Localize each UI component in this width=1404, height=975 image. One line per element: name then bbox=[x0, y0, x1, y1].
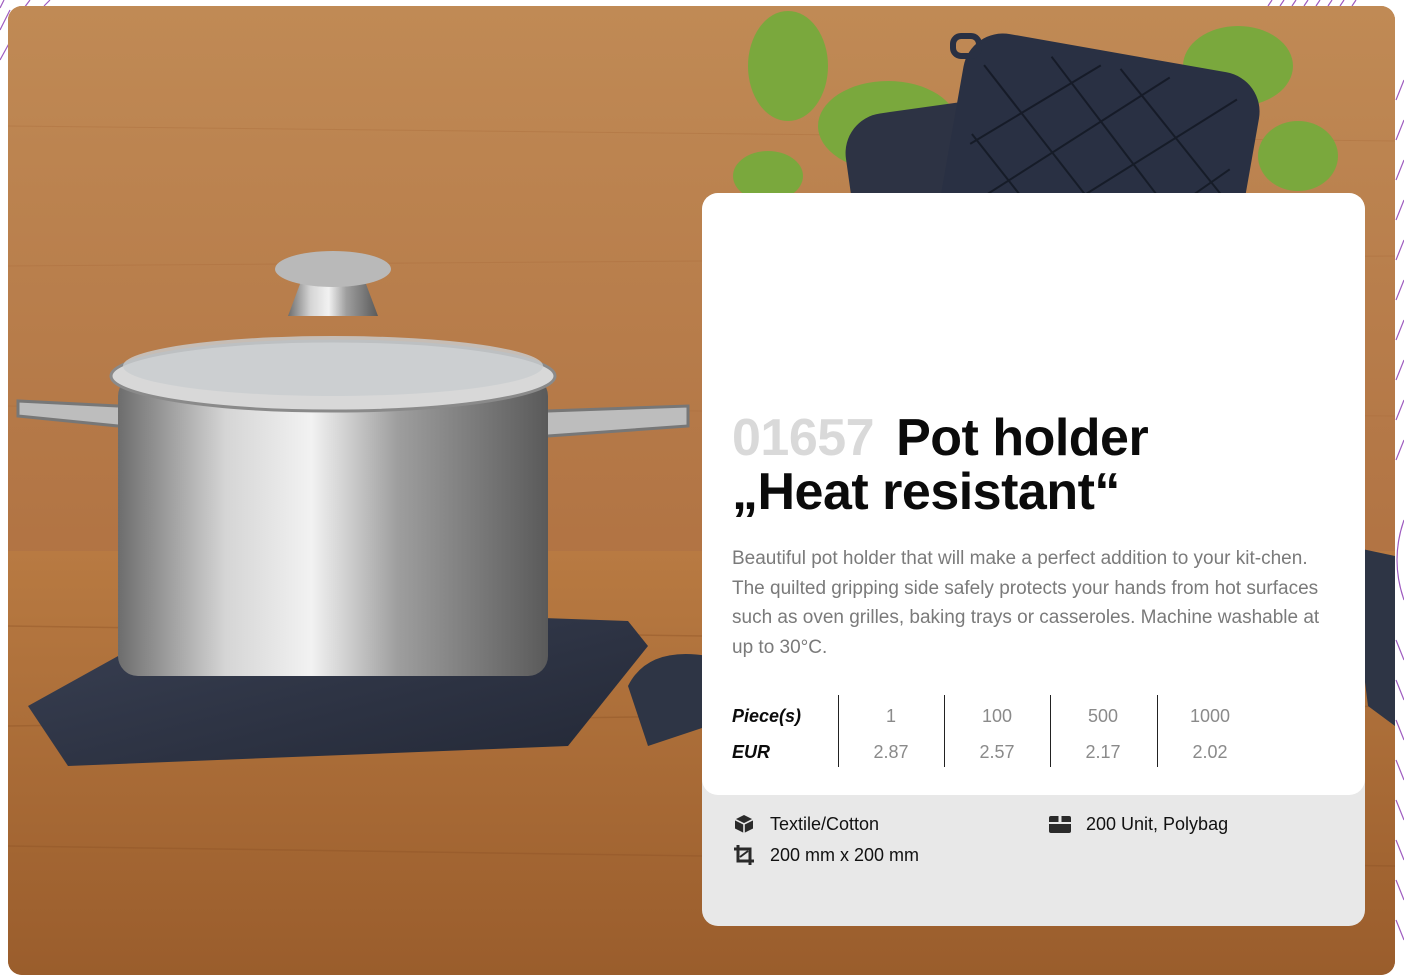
currency-label: EUR bbox=[732, 742, 771, 762]
crop-icon bbox=[732, 845, 756, 865]
quantity-cell: 1000 bbox=[1189, 706, 1231, 726]
quantity-row: Piece(s) 1 100 500 1000 bbox=[732, 701, 1272, 731]
spec-material: Textile/Cotton bbox=[732, 812, 879, 836]
dimensions-text: 200 mm x 200 mm bbox=[770, 845, 920, 865]
product-title: 01657 Pot holder „Heat resistant“ bbox=[732, 411, 1352, 519]
product-description: Beautiful pot holder that will make a pe… bbox=[732, 548, 1320, 658]
price-table: Piece(s) 1 100 500 1000 EUR 2.87 2.57 2.… bbox=[732, 695, 1252, 767]
product-title-line1: Pot holder bbox=[896, 409, 1149, 467]
price-cell: 2.02 bbox=[1192, 742, 1228, 762]
quantity-cell: 500 bbox=[1087, 706, 1119, 726]
product-card: 01657 Pot holder „Heat resistant“ Beautif… bbox=[702, 193, 1365, 926]
product-title-line2: „Heat resistant“ bbox=[732, 463, 1120, 521]
price-cell: 2.87 bbox=[873, 742, 909, 762]
quantity-cell: 1 bbox=[885, 706, 896, 726]
price-row: EUR 2.87 2.57 2.17 2.02 bbox=[732, 737, 1272, 767]
price-cell: 2.57 bbox=[979, 742, 1015, 762]
spec-dimensions: 200 mm x 200 mm bbox=[732, 843, 919, 867]
box-icon bbox=[732, 814, 756, 834]
spec-packaging: 200 Unit, Polybag bbox=[1048, 812, 1228, 836]
package-icon bbox=[1048, 814, 1072, 834]
quantity-label: Piece(s) bbox=[732, 706, 802, 726]
material-text: Textile/Cotton bbox=[770, 814, 880, 834]
packaging-text: 200 Unit, Polybag bbox=[1086, 814, 1229, 834]
quantity-cell: 100 bbox=[981, 706, 1013, 726]
price-cell: 2.17 bbox=[1085, 742, 1121, 762]
product-number: 01657 bbox=[732, 409, 875, 467]
